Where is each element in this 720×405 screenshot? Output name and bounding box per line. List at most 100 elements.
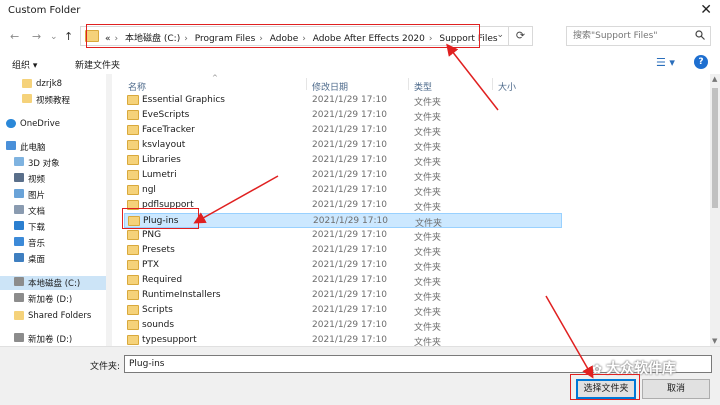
file-row[interactable]: Required 2021/1/29 17:10 文件夹 — [124, 273, 562, 288]
scroll-down-icon[interactable]: ▼ — [712, 337, 717, 345]
up-arrow-icon[interactable]: ↑ — [64, 30, 73, 43]
file-type: 文件夹 — [414, 143, 442, 153]
sidebar-item[interactable]: 文档 — [0, 204, 106, 218]
file-type: 文件夹 — [414, 233, 442, 243]
organize-button[interactable]: 组织 ▾ — [12, 58, 37, 71]
file-row[interactable]: Libraries 2021/1/29 17:10 文件夹 — [124, 153, 562, 168]
search-input[interactable] — [567, 27, 687, 45]
sidebar-item[interactable]: 新加卷 (D:) — [0, 332, 106, 346]
annotation-box-address — [86, 24, 480, 48]
drive-icon — [14, 293, 24, 302]
sidebar-item-label: 音乐 — [28, 239, 46, 249]
sidebar-item[interactable]: 新加卷 (D:) — [0, 292, 106, 306]
recent-locations-icon[interactable]: ⌄ — [50, 32, 58, 42]
sidebar-item[interactable]: 桌面 — [0, 252, 106, 266]
forward-arrow-icon[interactable]: → — [32, 30, 41, 43]
file-name: Lumetri — [142, 170, 177, 180]
column-header: ^ 名称 修改日期 类型 大小 — [112, 74, 710, 93]
search-icon[interactable] — [695, 30, 705, 43]
folder-icon — [127, 155, 139, 165]
file-type: 文件夹 — [414, 173, 442, 183]
sidebar-item[interactable]: OneDrive — [0, 118, 106, 132]
annotation-box-plugins — [122, 208, 199, 229]
folder-icon — [127, 305, 139, 315]
file-list-scrollbar[interactable]: ▲ ▼ — [710, 74, 720, 346]
file-name: Essential Graphics — [142, 95, 225, 105]
file-row[interactable]: RuntimeInstallers 2021/1/29 17:10 文件夹 — [124, 288, 562, 303]
desktop-icon — [14, 253, 24, 262]
file-row[interactable]: FaceTracker 2021/1/29 17:10 文件夹 — [124, 123, 562, 138]
file-row[interactable]: Lumetri 2021/1/29 17:10 文件夹 — [124, 168, 562, 183]
sidebar-item[interactable]: 此电脑 — [0, 140, 106, 154]
view-options-icon[interactable]: ☰ ▾ — [656, 56, 675, 69]
file-type: 文件夹 — [414, 113, 442, 123]
close-icon[interactable]: ✕ — [700, 2, 712, 18]
file-type: 文件夹 — [414, 278, 442, 288]
scrollbar-thumb[interactable] — [712, 88, 718, 208]
file-name: ngl — [142, 185, 156, 195]
sidebar-item-label: 下载 — [28, 223, 46, 233]
file-row[interactable]: Essential Graphics 2021/1/29 17:10 文件夹 — [124, 93, 562, 108]
sidebar-item[interactable]: 视频教程 — [0, 93, 106, 107]
folder-icon — [127, 125, 139, 135]
refresh-icon[interactable]: ⟳ — [508, 26, 532, 46]
sidebar-item-label: OneDrive — [20, 119, 60, 129]
file-type: 文件夹 — [414, 308, 442, 318]
sidebar-item-label: 视频 — [28, 175, 46, 185]
file-type: 文件夹 — [414, 203, 442, 213]
file-name: Libraries — [142, 155, 181, 165]
file-row[interactable]: PTX 2021/1/29 17:10 文件夹 — [124, 258, 562, 273]
column-divider[interactable] — [408, 78, 409, 90]
sidebar-item[interactable]: dzrjk8 — [0, 78, 106, 92]
title-bar: Custom Folder ✕ — [0, 0, 720, 22]
sidebar-item-label: Shared Folders — [28, 311, 92, 321]
column-divider[interactable] — [492, 78, 493, 90]
file-type: 文件夹 — [414, 338, 442, 346]
file-date: 2021/1/29 17:10 — [312, 335, 387, 345]
help-icon[interactable]: ? — [694, 55, 708, 69]
sidebar-item[interactable]: 音乐 — [0, 236, 106, 250]
folder-icon — [22, 94, 32, 103]
file-row[interactable]: PNG 2021/1/29 17:10 文件夹 — [124, 228, 562, 243]
sidebar-item-label: 桌面 — [28, 255, 46, 265]
sidebar-item-label: 此电脑 — [20, 143, 46, 153]
file-date: 2021/1/29 17:10 — [312, 155, 387, 165]
file-name: Scripts — [142, 305, 173, 315]
scroll-up-icon[interactable]: ▲ — [712, 75, 717, 83]
folder-icon — [14, 311, 24, 320]
file-date: 2021/1/29 17:10 — [313, 216, 388, 226]
file-type: 文件夹 — [414, 248, 442, 258]
sidebar-item[interactable]: 下载 — [0, 220, 106, 234]
back-arrow-icon[interactable]: ← — [10, 30, 19, 43]
folder-icon — [127, 140, 139, 150]
sidebar-item[interactable]: 3D 对象 — [0, 156, 106, 170]
file-row[interactable]: ksvlayout 2021/1/29 17:10 文件夹 — [124, 138, 562, 153]
folder-icon — [127, 335, 139, 345]
file-name: PNG — [142, 230, 162, 240]
address-dropdown-icon[interactable]: ⌄ — [496, 30, 504, 40]
cloud-icon — [6, 119, 16, 128]
file-date: 2021/1/29 17:10 — [312, 125, 387, 135]
file-row[interactable]: Scripts 2021/1/29 17:10 文件夹 — [124, 303, 562, 318]
file-row[interactable]: sounds 2021/1/29 17:10 文件夹 — [124, 318, 562, 333]
folder-icon — [127, 110, 139, 120]
search-box[interactable] — [566, 26, 711, 46]
column-divider[interactable] — [306, 78, 307, 90]
folder-icon — [127, 290, 139, 300]
file-type: 文件夹 — [414, 188, 442, 198]
sidebar-item[interactable]: 本地磁盘 (C:) — [0, 276, 106, 290]
file-row[interactable]: ngl 2021/1/29 17:10 文件夹 — [124, 183, 562, 198]
sidebar-item[interactable]: 图片 — [0, 188, 106, 202]
sidebar-item[interactable]: Shared Folders — [0, 310, 106, 324]
sidebar-item[interactable]: 视频 — [0, 172, 106, 186]
file-type: 文件夹 — [414, 263, 442, 273]
drive-icon — [14, 277, 24, 286]
file-date: 2021/1/29 17:10 — [312, 200, 387, 210]
file-row[interactable]: Presets 2021/1/29 17:10 文件夹 — [124, 243, 562, 258]
file-row[interactable]: typesupport 2021/1/29 17:10 文件夹 — [124, 333, 562, 346]
cancel-button[interactable]: 取消 — [642, 379, 710, 399]
folder-icon — [127, 230, 139, 240]
new-folder-button[interactable]: 新建文件夹 — [75, 58, 120, 71]
file-date: 2021/1/29 17:10 — [312, 320, 387, 330]
file-row[interactable]: EveScripts 2021/1/29 17:10 文件夹 — [124, 108, 562, 123]
